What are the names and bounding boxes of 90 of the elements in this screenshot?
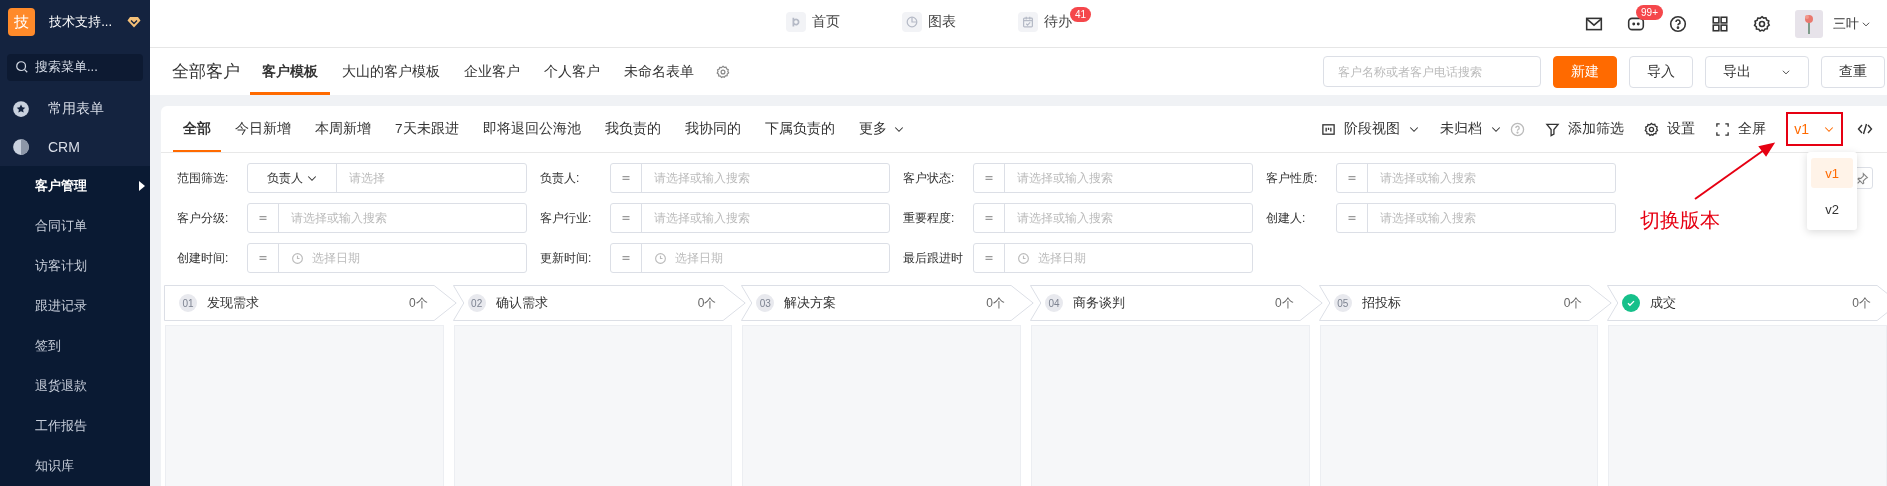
- action-button[interactable]: 查重: [1821, 55, 1885, 88]
- fullscreen-button[interactable]: 全屏: [1715, 120, 1767, 138]
- sidebar-submenu-item[interactable]: 签到: [0, 326, 150, 366]
- calendar-check-icon: [1021, 14, 1035, 29]
- stage-count: 0个: [697, 294, 717, 312]
- action-button[interactable]: 导入: [1629, 55, 1693, 88]
- filter-tab[interactable]: 更多: [848, 106, 915, 152]
- stage-count: 0个: [1275, 294, 1294, 312]
- stage-count: 0个: [1563, 294, 1583, 312]
- filter-tab[interactable]: 下属负责的: [754, 106, 845, 152]
- settings-icon: [1753, 14, 1771, 33]
- help-icon: [1669, 14, 1687, 33]
- customer-search-field[interactable]: 客户名称或者客户电话搜索: [1323, 56, 1541, 87]
- top-nav-item[interactable]: 图表: [902, 2, 956, 37]
- filter-icon: [1545, 121, 1561, 137]
- sidebar-submenu-item[interactable]: 退货退款: [0, 366, 150, 406]
- export-button[interactable]: 导出: [1705, 55, 1809, 88]
- page-title: 全部客户: [172, 61, 240, 83]
- filter-label: 更新时间:: [539, 249, 593, 267]
- filter-label: 范围筛选:: [176, 169, 230, 187]
- flower-icon: [1802, 12, 1816, 35]
- clock-icon: [291, 251, 304, 265]
- filter-tab[interactable]: 我负责的: [594, 106, 671, 152]
- clock-icon: [654, 251, 667, 265]
- grid-icon: [1711, 14, 1729, 33]
- filter-label: 客户分级:: [176, 209, 230, 227]
- sidebar-submenu-item[interactable]: 客户管理: [0, 166, 150, 206]
- sidebar-submenu-item[interactable]: 跟进记录: [0, 286, 150, 326]
- template-tab[interactable]: 大山的客户模板: [330, 48, 452, 95]
- filter-label: 最后跟进时: [902, 249, 964, 267]
- filter-label: 负责人:: [539, 169, 581, 187]
- filter-tab[interactable]: 7天未跟进: [385, 106, 469, 152]
- filter-label: 客户行业:: [539, 209, 593, 227]
- template-tab[interactable]: 个人客户: [532, 48, 612, 95]
- settings-icon: [716, 64, 730, 79]
- pin-icon: [1855, 171, 1869, 185]
- filter-tab[interactable]: 全部: [173, 106, 221, 152]
- top-nav-item[interactable]: 待办 41: [1018, 2, 1092, 37]
- search-icon: [15, 60, 29, 75]
- filter-tab[interactable]: 即将退回公海池: [472, 106, 591, 152]
- template-tab[interactable]: 企业客户: [452, 48, 532, 95]
- filter-tab[interactable]: 本周新增: [305, 106, 381, 152]
- stage-view-select[interactable]: 阶段视图: [1321, 120, 1421, 138]
- stage-name: 确认需求: [495, 294, 548, 312]
- settings-icon: [1644, 121, 1660, 137]
- stage-name: 发现需求: [207, 294, 259, 312]
- user-avatar[interactable]: [1795, 9, 1823, 38]
- user-menu[interactable]: 三叶: [1833, 14, 1871, 33]
- stage-name: 解决方案: [784, 294, 837, 312]
- top-nav-item[interactable]: 首页: [786, 2, 840, 37]
- filter-label: 创建时间:: [176, 249, 230, 267]
- stage-name: 招投标: [1361, 294, 1401, 312]
- kanban-icon: [1321, 121, 1337, 137]
- archive-select[interactable]: 未归档: [1440, 120, 1503, 138]
- filter-label: 客户性质:: [1265, 169, 1319, 187]
- settings-button[interactable]: 设置: [1644, 120, 1696, 138]
- org-name[interactable]: 技术支持...: [49, 13, 112, 32]
- sidebar-menu-item[interactable]: CRM: [0, 127, 150, 166]
- count-badge: 41: [1070, 6, 1092, 22]
- triangle-icon: [138, 180, 146, 192]
- sidebar-submenu-item[interactable]: 知识库: [0, 446, 150, 486]
- annotation-text: 切换版本: [1640, 208, 1720, 233]
- filter-tab[interactable]: 我协同的: [674, 106, 751, 152]
- code-icon: [1857, 121, 1873, 137]
- menu-search-field[interactable]: 搜索菜单...: [7, 53, 143, 81]
- sidebar-submenu-item[interactable]: 访客计划: [0, 246, 150, 286]
- stage-name: 成交: [1650, 294, 1677, 312]
- stage-count: 0个: [986, 294, 1005, 312]
- clock-icon: [1017, 251, 1030, 265]
- stage-name: 商务谈判: [1073, 294, 1125, 312]
- sidebar-menu-item[interactable]: 常用表单: [0, 89, 150, 128]
- filter-tab[interactable]: 今日新增: [225, 106, 301, 152]
- sidebar-submenu-item[interactable]: 合同订单: [0, 206, 150, 246]
- half-moon-icon: [12, 137, 30, 156]
- sidebar-submenu-item[interactable]: 工作报告: [0, 406, 150, 446]
- template-tab[interactable]: 客户模板: [250, 48, 330, 95]
- scope-filter-field[interactable]: 负责人 请选择: [247, 163, 527, 193]
- fullscreen-icon: [1715, 121, 1731, 137]
- filter-label: 客户状态:: [902, 169, 956, 187]
- pie-chart-icon: [905, 14, 919, 29]
- filter-label: 创建人:: [1265, 209, 1307, 227]
- filter-label: 重要程度:: [902, 209, 956, 227]
- stage-count: 0个: [409, 294, 428, 312]
- org-logo: 技: [8, 8, 36, 37]
- template-tab[interactable]: 未命名表单: [612, 48, 706, 95]
- stage-count: 0个: [1852, 294, 1872, 312]
- version-option[interactable]: v2: [1811, 194, 1853, 224]
- count-badge: 99+: [1636, 4, 1663, 20]
- help-icon: [1510, 121, 1526, 137]
- add-filter-button[interactable]: 添加筛选: [1545, 120, 1625, 138]
